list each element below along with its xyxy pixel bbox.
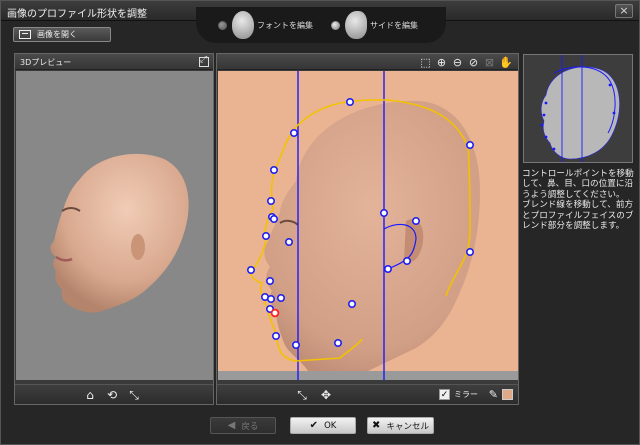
open-image-button[interactable]: 画像を開く [13, 27, 111, 42]
fit-icon[interactable]: ⊠ [483, 56, 496, 69]
editor-toolbar: ⬚ ⊕ ⊖ ⊘ ⊠ ✋ [419, 56, 512, 69]
zoom-region-icon[interactable]: ⬚ [419, 56, 432, 69]
check-icon: ✔ [309, 420, 319, 431]
editor-panel-header: ⬚ ⊕ ⊖ ⊘ ⊠ ✋ [217, 54, 518, 70]
editor-footer: ⤡ ✥ ✓ ミラー ✎ [217, 384, 518, 404]
preview-panel-title: 3Dプレビュー [20, 58, 72, 67]
3d-head-render [50, 153, 189, 313]
blend-color-swatch[interactable] [502, 389, 513, 400]
open-image-label: 画像を開く [37, 30, 77, 39]
mode-front-label: フォントを編集 [257, 20, 313, 30]
profile-edit-canvas[interactable] [218, 71, 518, 380]
close-icon: × [619, 4, 629, 17]
wireframe-thumbnail [523, 54, 633, 163]
ok-label: OK [324, 420, 337, 431]
3d-preview-viewport[interactable] [16, 71, 213, 380]
cancel-label: キャンセル [386, 421, 429, 432]
close-button[interactable]: × [615, 4, 633, 18]
instructions-text: コントロールポイントを移動して、鼻、目、口の位置に沿うよう調整してください。 ブ… [522, 169, 637, 231]
mode-edit-side[interactable]: サイドを編集 [331, 11, 418, 39]
mode-side-label: サイドを編集 [370, 20, 418, 30]
reset-icon[interactable]: ⊘ [467, 56, 480, 69]
rotate-icon[interactable]: ⟲ [105, 388, 119, 402]
back-label: 戻る [241, 421, 259, 432]
ear-shape [131, 234, 145, 260]
side-head-icon [345, 11, 367, 39]
move-icon[interactable]: ✥ [319, 388, 333, 402]
ok-button[interactable]: ✔ OK [290, 417, 356, 434]
maximize-icon[interactable] [199, 55, 209, 67]
adjust-profile-dialog: 画像のプロファイル形状を調整 × フォントを編集 サイドを編集 画像を開く 3D… [0, 0, 640, 445]
head-shape [50, 153, 189, 313]
selected-control-point[interactable] [270, 308, 280, 318]
zoom-out-icon[interactable]: ⊖ [451, 56, 464, 69]
mirror-label: ミラー [454, 390, 478, 399]
fit-view-icon[interactable]: ⤡ [127, 388, 141, 402]
back-button[interactable]: ◀ 戻る [210, 417, 276, 434]
pan-hand-icon[interactable]: ✋ [499, 56, 513, 69]
window-title: 画像のプロファイル形状を調整 [7, 9, 147, 20]
open-image-icon [19, 30, 31, 39]
mode-radio-side[interactable] [331, 20, 340, 30]
fit-canvas-icon[interactable]: ⤡ [295, 388, 309, 402]
dialog-button-bar: ◀ 戻る ✔ OK ✖ キャンセル [1, 413, 639, 445]
preview-panel: 3Dプレビュー ⌂ ⟲ ⤡ [14, 53, 214, 405]
profile-editor-panel: ⬚ ⊕ ⊖ ⊘ ⊠ ✋ ⤡ ✥ ✓ ミラー ✎ [216, 53, 519, 405]
front-head-icon [232, 11, 254, 39]
mode-switcher: フォントを編集 サイドを編集 [196, 7, 446, 43]
canvas-bottom-strip [218, 371, 518, 380]
cancel-x-icon: ✖ [372, 420, 381, 431]
zoom-in-icon[interactable]: ⊕ [435, 56, 448, 69]
home-icon[interactable]: ⌂ [83, 388, 97, 402]
wireframe-head-render [524, 55, 632, 162]
mirror-checkbox[interactable]: ✓ [439, 389, 450, 400]
preview-panel-header: 3Dプレビュー [15, 54, 213, 70]
eyedropper-icon[interactable]: ✎ [489, 388, 498, 401]
preview-footer: ⌂ ⟲ ⤡ [15, 384, 213, 404]
mode-radio-front[interactable] [218, 20, 227, 30]
instructions-line-2: ブレンド線を移動して、前方とプロファイルフェイスのブレンド部分を調整します。 [522, 200, 634, 232]
profile-edit-svg [218, 71, 518, 380]
mirror-toggle[interactable]: ✓ ミラー [439, 389, 478, 400]
instructions-line-1: コントロールポイントを移動して、鼻、目、口の位置に沿うよう調整してください。 [522, 169, 634, 200]
mode-edit-front[interactable]: フォントを編集 [218, 11, 313, 39]
cancel-button[interactable]: ✖ キャンセル [367, 417, 434, 434]
back-arrow-icon: ◀ [227, 420, 236, 431]
